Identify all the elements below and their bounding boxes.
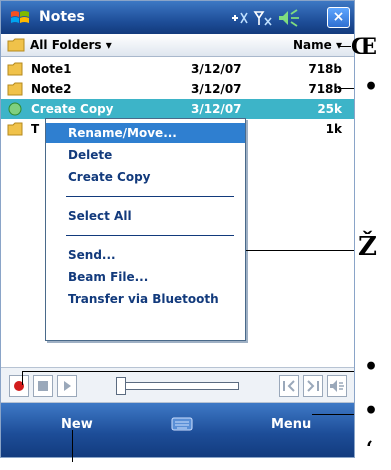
callout-line [72, 430, 73, 462]
note-name: Create Copy [31, 102, 114, 116]
note-date: 3/12/07 [191, 102, 242, 116]
menu-separator [66, 196, 234, 197]
play-button[interactable] [57, 375, 77, 397]
windows-start-icon[interactable] [9, 7, 31, 29]
volume-icon[interactable] [277, 8, 303, 28]
signal-icon[interactable] [253, 8, 273, 28]
previous-button[interactable] [279, 375, 299, 397]
recording-toolbar [1, 367, 354, 403]
context-menu: Rename/Move... Delete Create Copy Select… [45, 118, 246, 341]
callout-label: • [364, 354, 379, 380]
menu-softkey[interactable]: Menu [271, 417, 311, 432]
playback-slider-track[interactable] [119, 382, 239, 390]
note-date: 3/12/07 [191, 82, 242, 96]
volume-button[interactable] [327, 375, 347, 397]
note-name: T [31, 122, 40, 136]
pocket-pc-screen: Notes × All Folders ▾ Name ▾ Note1 3/12/… [0, 0, 355, 458]
record-button[interactable] [9, 375, 29, 397]
menu-item-send[interactable]: Send... [46, 245, 245, 265]
note-icon [7, 122, 23, 136]
app-title: Notes [39, 9, 85, 25]
callout-line [312, 414, 354, 415]
callout-label: ‘ [366, 436, 373, 460]
folder-icon [7, 38, 25, 52]
note-date: 3/12/07 [191, 62, 242, 76]
callout-label: • [364, 74, 379, 100]
list-item[interactable]: Note2 3/12/07 718b [1, 79, 354, 99]
speaker-icon [330, 380, 344, 392]
menu-separator [66, 235, 234, 236]
callout-label: Ž [358, 232, 377, 262]
callout-line [22, 371, 354, 372]
menu-item-create-copy[interactable]: Create Copy [46, 167, 245, 187]
sort-dropdown[interactable]: Name ▾ [293, 38, 342, 52]
keyboard-icon[interactable] [171, 417, 193, 431]
callout-label: • [364, 398, 379, 424]
menu-item-select-all[interactable]: Select All [46, 206, 245, 226]
stop-icon [38, 381, 48, 391]
close-button[interactable]: × [327, 7, 350, 28]
record-icon [14, 381, 24, 391]
recording-icon [8, 102, 22, 116]
callout-line [246, 250, 354, 251]
note-size: 1k [325, 122, 342, 136]
softkey-bar: New Menu [1, 403, 354, 457]
note-name: Note1 [31, 62, 72, 76]
play-icon [64, 381, 71, 391]
skip-forward-icon [307, 380, 319, 392]
new-softkey[interactable]: New [61, 417, 93, 432]
next-button[interactable] [303, 375, 323, 397]
note-name: Note2 [31, 82, 72, 96]
folder-dropdown[interactable]: All Folders ▾ [30, 38, 112, 52]
menu-item-beam-file[interactable]: Beam File... [46, 267, 245, 287]
skip-back-icon [283, 380, 295, 392]
playback-slider-thumb[interactable] [116, 377, 126, 395]
title-bar: Notes × [1, 1, 354, 34]
note-size: 718b [308, 62, 342, 76]
note-size: 718b [308, 82, 342, 96]
stop-button[interactable] [33, 375, 53, 397]
menu-item-rename-move[interactable]: Rename/Move... [46, 123, 245, 143]
note-size: 25k [317, 102, 342, 116]
note-icon [7, 62, 23, 76]
connectivity-icon[interactable] [229, 8, 249, 28]
folder-bar: All Folders ▾ Name ▾ [1, 34, 354, 57]
list-item-selected[interactable]: Create Copy 3/12/07 25k [1, 99, 354, 119]
callout-label: Œ [351, 34, 377, 60]
callout-line [339, 46, 351, 47]
menu-item-transfer-bluetooth[interactable]: Transfer via Bluetooth [46, 289, 245, 309]
callout-line [338, 88, 354, 89]
callout-line [22, 371, 23, 385]
note-icon [7, 82, 23, 96]
menu-item-delete[interactable]: Delete [46, 145, 245, 165]
list-item[interactable]: Note1 3/12/07 718b [1, 59, 354, 79]
